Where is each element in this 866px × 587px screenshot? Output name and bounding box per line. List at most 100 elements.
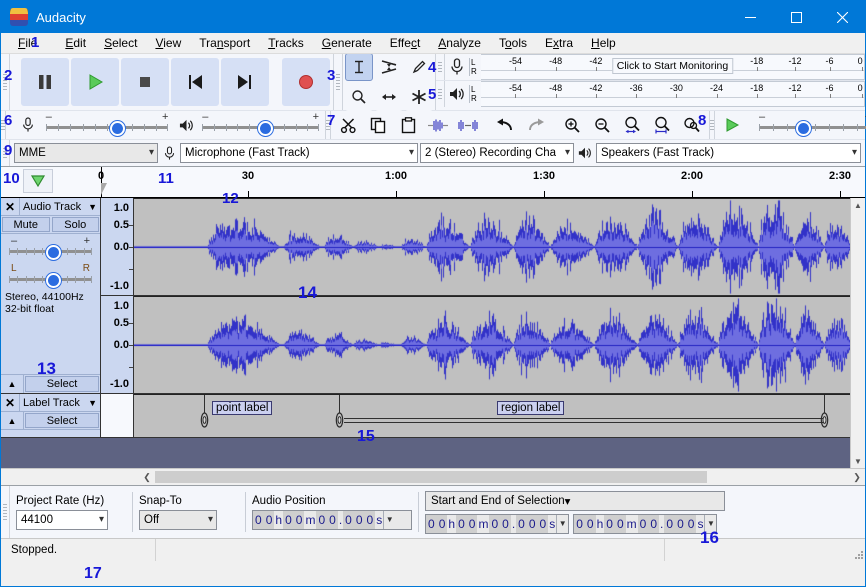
minimize-button[interactable] [727, 1, 773, 33]
chevron-left-icon[interactable]: ❮ [139, 472, 155, 483]
selection-end-field[interactable]: 00h00m00.000s ▼ [573, 513, 718, 534]
recording-volume-slider[interactable]: – + [45, 111, 169, 136]
vertical-scrollbar[interactable]: ▲ ▼ [850, 198, 865, 468]
menu-extra[interactable]: Extra [536, 33, 582, 53]
selection-start-field[interactable]: 00h00m00.000s ▼ [425, 513, 570, 534]
audio-position-field[interactable]: 00h00m00.000s ▼ [252, 509, 412, 530]
annotation-5: 5 [428, 86, 437, 103]
edit-toolbar [331, 111, 710, 139]
pan-slider[interactable]: L R [9, 263, 93, 288]
close-label-track-button[interactable]: ✕ [1, 394, 20, 411]
recording-meter-bar[interactable]: -54 -48 -42 -18 -12 -6 0 Click to Start … [481, 54, 865, 80]
stop-button[interactable] [121, 58, 169, 106]
silence-audio-button[interactable] [454, 111, 482, 139]
paste-button[interactable] [394, 111, 422, 139]
playback-device-combo[interactable]: Speakers (Fast Track) ▾ [596, 143, 861, 163]
menu-effect[interactable]: Effect [381, 33, 429, 53]
waveform-channel-right[interactable] [134, 296, 865, 394]
label-track-body[interactable]: point label region label [134, 394, 865, 438]
recording-device-combo[interactable]: Microphone (Fast Track) ▾ [180, 143, 418, 163]
selection-toolbar-grip[interactable] [1, 486, 10, 538]
cut-button[interactable] [334, 111, 362, 139]
point-label-handle-icon[interactable] [198, 411, 211, 429]
redo-button[interactable] [521, 111, 549, 139]
region-label-end-handle-icon[interactable] [818, 411, 831, 429]
playback-meter-bar[interactable]: -54 -48 -42 -36 -30 -24 -18 -12 -6 0 [481, 81, 865, 107]
menu-help[interactable]: Help [582, 33, 625, 53]
audio-track-header: ✕ Audio Track ▼ [1, 198, 100, 216]
microphone-icon [16, 113, 40, 137]
menu-transport[interactable]: Transport [190, 33, 259, 53]
solo-button[interactable]: Solo [51, 217, 99, 232]
playback-meter-grip[interactable] [436, 81, 445, 107]
menu-tools[interactable]: Tools [490, 33, 536, 53]
waveform-channel-left[interactable] [134, 198, 865, 296]
click-to-monitor-tooltip[interactable]: Click to Start Monitoring [611, 58, 734, 74]
horizontal-scrollbar-thumb[interactable] [155, 471, 707, 483]
close-button[interactable] [819, 1, 865, 33]
point-label[interactable]: point label [212, 401, 273, 415]
region-label[interactable]: region label [497, 401, 565, 415]
copy-button[interactable] [364, 111, 392, 139]
play-at-speed-button[interactable] [718, 111, 746, 139]
menu-edit[interactable]: Edit [56, 33, 95, 53]
maximize-button[interactable] [773, 1, 819, 33]
menu-analyze[interactable]: Analyze [429, 33, 490, 53]
label-track-menu[interactable]: Label Track ▼ [20, 394, 100, 411]
undo-button[interactable] [491, 111, 519, 139]
playback-volume-slider[interactable]: – + [202, 111, 319, 136]
skip-to-start-button[interactable] [171, 58, 219, 106]
project-rate-combo[interactable]: 44100 ▾ [16, 509, 108, 530]
audio-track-vruler-right[interactable]: 1.0 0.5 0.0 -1.0 [101, 296, 134, 394]
selection-mode-combo[interactable]: Start and End of Selection ▾ [425, 490, 725, 511]
record-slider-knob[interactable] [109, 121, 125, 136]
triangle-up-icon[interactable]: ▲ [1, 375, 24, 393]
pinned-play-head-button[interactable] [23, 169, 53, 193]
chevron-up-icon[interactable]: ▲ [851, 198, 865, 212]
menu-file[interactable]: File [9, 33, 46, 53]
timeshift-tool[interactable] [375, 83, 403, 111]
close-track-button[interactable]: ✕ [1, 198, 20, 215]
horizontal-scrollbar[interactable]: ❮ ❯ [1, 468, 865, 485]
menu-generate[interactable]: Generate [313, 33, 381, 53]
menu-tracks[interactable]: Tracks [259, 33, 313, 53]
recording-meter-grip[interactable] [436, 54, 445, 80]
resize-grip-icon[interactable] [853, 549, 863, 559]
zoom-tool[interactable] [345, 83, 373, 111]
region-label-bar[interactable] [344, 418, 824, 423]
playback-speed-slider[interactable]: – + [759, 111, 866, 136]
zoom-out-button[interactable] [588, 111, 616, 139]
region-label-start-handle-icon[interactable] [333, 411, 346, 429]
menu-select[interactable]: Select [95, 33, 146, 53]
skip-to-end-button[interactable] [221, 58, 269, 106]
record-button[interactable] [282, 58, 330, 106]
play-button[interactable] [71, 58, 119, 106]
label-track-select-button[interactable]: Select [25, 413, 99, 428]
recording-channels-combo[interactable]: 2 (Stereo) Recording Cha ▾ [420, 143, 574, 163]
gain-slider[interactable]: – + [9, 235, 93, 260]
audio-track-vruler-left[interactable]: 1.0 0.5 0.0 -1.0 [101, 198, 134, 296]
triangle-up-icon[interactable]: ▲ [1, 412, 24, 429]
pause-button[interactable] [21, 58, 69, 106]
selection-tool[interactable] [345, 53, 373, 81]
pan-slider-knob[interactable] [45, 273, 61, 288]
timeline-ruler[interactable]: 0 30 1:00 1:30 2:00 2:30 [1, 167, 865, 198]
selection-start-dropdown-icon[interactable]: ▼ [556, 514, 569, 533]
audio-track-menu[interactable]: Audio Track ▼ [20, 198, 100, 215]
menu-view[interactable]: View [146, 33, 190, 53]
fit-project-button[interactable] [648, 111, 676, 139]
audio-position-dropdown-icon[interactable]: ▼ [383, 510, 396, 529]
mute-button[interactable]: Mute [2, 217, 50, 232]
trim-audio-button[interactable] [424, 111, 452, 139]
tools-toolbar-grip[interactable] [334, 54, 343, 110]
speed-slider-knob[interactable] [795, 121, 811, 136]
chevron-down-icon[interactable]: ▼ [851, 454, 865, 468]
audio-host-combo[interactable]: MME ▾ [14, 143, 158, 163]
chevron-right-icon[interactable]: ❯ [849, 472, 865, 483]
play-slider-knob[interactable] [258, 121, 274, 136]
zoom-in-button[interactable] [558, 111, 586, 139]
envelope-tool[interactable] [375, 53, 403, 81]
gain-slider-knob[interactable] [45, 245, 61, 260]
fit-selection-button[interactable] [618, 111, 646, 139]
snap-to-combo[interactable]: Off ▾ [139, 509, 217, 530]
